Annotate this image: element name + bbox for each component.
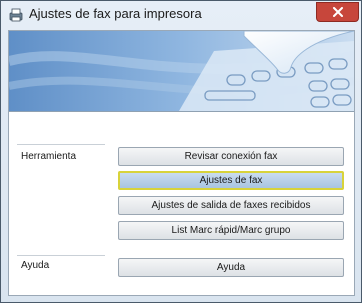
- section-divider-help: [17, 255, 105, 256]
- printer-app-icon: [8, 7, 24, 23]
- received-fax-output-settings-button[interactable]: Ajustes de salida de faxes recibidos: [118, 196, 344, 215]
- banner-separator: [9, 111, 354, 112]
- title-bar[interactable]: Ajustes de fax para impresora: [1, 1, 361, 29]
- client-area: Herramienta Revisar conexión fax Ajustes…: [8, 30, 355, 296]
- section-label-help: Ayuda: [21, 260, 50, 271]
- check-fax-connection-button[interactable]: Revisar conexión fax: [118, 147, 344, 166]
- section-divider-tools: [17, 144, 105, 145]
- speed-dial-group-dial-list-button[interactable]: List Marc rápid/Marc grupo: [118, 221, 344, 240]
- close-button[interactable]: [316, 2, 359, 22]
- fax-banner-image: [9, 31, 354, 111]
- fax-settings-button[interactable]: Ajustes de fax: [118, 171, 344, 190]
- section-label-tools: Herramienta: [21, 151, 77, 162]
- help-button[interactable]: Ayuda: [118, 258, 344, 277]
- close-icon: [333, 7, 343, 17]
- window-title: Ajustes de fax para impresora: [29, 6, 202, 21]
- fax-settings-window: Ajustes de fax para impresora Herramient…: [0, 0, 362, 303]
